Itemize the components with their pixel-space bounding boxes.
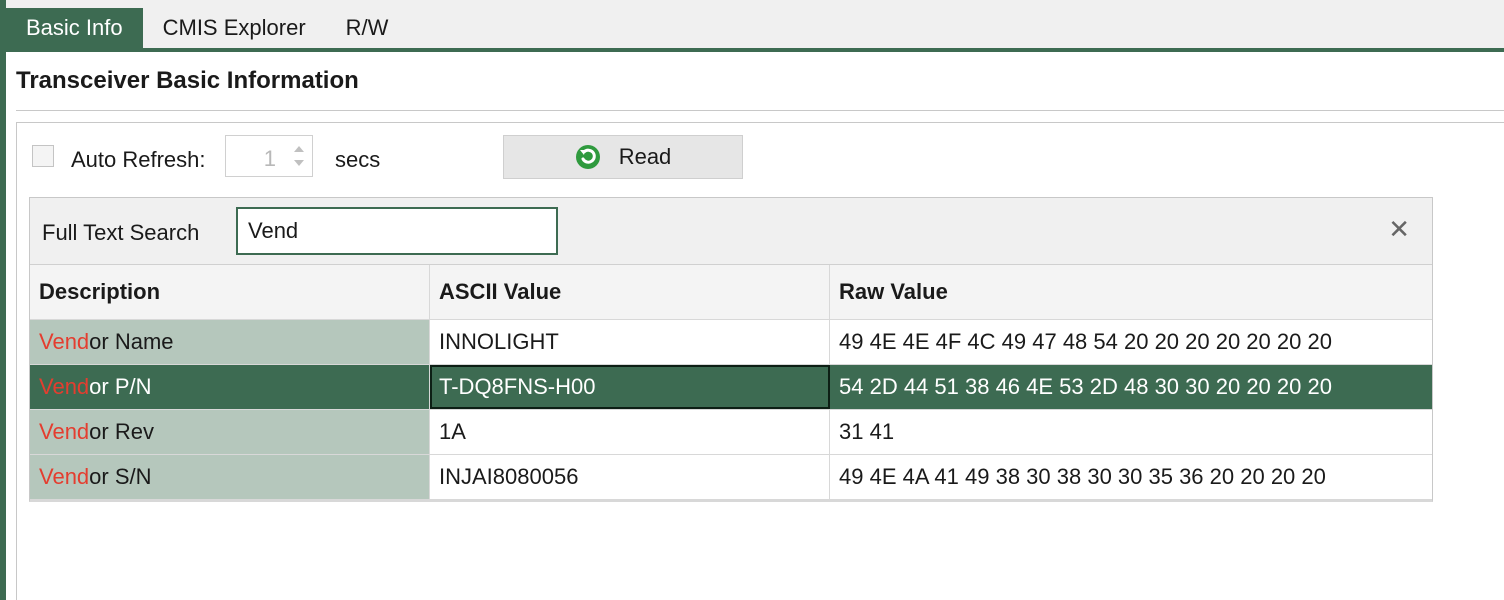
top-strip <box>6 0 1504 8</box>
table-row-selected[interactable]: Vend or P/N T-DQ8FNS-H00 54 2D 44 51 38 4… <box>30 365 1432 410</box>
description-text: or Rev <box>89 419 154 444</box>
table-row[interactable]: Vend or Rev 1A 31 41 <box>30 410 1432 455</box>
raw-value-cell[interactable]: 49 4E 4A 41 49 38 30 38 30 30 35 36 20 2… <box>830 455 1432 499</box>
secs-label: secs <box>335 147 381 172</box>
raw-value-cell[interactable]: 54 2D 44 51 38 46 4E 53 2D 48 30 30 20 2… <box>830 365 1432 409</box>
app-window: Basic Info CMIS Explorer R/W Transceiver… <box>0 0 1504 600</box>
read-button-label: Read <box>618 144 672 169</box>
refresh-icon <box>575 145 600 169</box>
read-button[interactable]: Read <box>503 135 743 179</box>
refresh-interval-value: 1 <box>263 146 276 171</box>
spin-down-icon[interactable] <box>294 160 304 166</box>
search-match-highlight: Vend <box>39 419 90 444</box>
raw-value-cell[interactable]: 31 41 <box>830 410 1432 454</box>
search-bar: Full Text Search ✕ <box>30 198 1432 265</box>
description-cell: Vend or Name <box>30 320 430 364</box>
description-text: or P/N <box>89 374 152 399</box>
close-icon[interactable]: ✕ <box>1388 216 1410 242</box>
search-match-highlight: Vend <box>39 329 90 354</box>
search-input[interactable] <box>236 207 558 255</box>
description-text: or Name <box>89 329 174 354</box>
description-cell: Vend or S/N <box>30 455 430 499</box>
description-text: or S/N <box>89 464 152 489</box>
description-cell: Vend or P/N <box>30 365 430 409</box>
table-row[interactable]: Vend or S/N INJAI8080056 49 4E 4A 41 49 3… <box>30 455 1432 500</box>
column-header-raw-value[interactable]: Raw Value <box>830 265 1432 319</box>
column-header-description[interactable]: Description <box>30 265 430 319</box>
info-grid: Full Text Search ✕ Description ASCII Val… <box>29 197 1433 502</box>
tab-basic-info[interactable]: Basic Info <box>6 8 143 48</box>
ascii-value-cell[interactable]: INNOLIGHT <box>430 320 830 364</box>
table-header: Description ASCII Value Raw Value <box>30 265 1432 320</box>
tab-cmis-explorer[interactable]: CMIS Explorer <box>143 8 326 48</box>
raw-value-cell[interactable]: 49 4E 4E 4F 4C 49 47 48 54 20 20 20 20 2… <box>830 320 1432 364</box>
table-row[interactable]: Vend or Name INNOLIGHT 49 4E 4E 4F 4C 49 … <box>30 320 1432 365</box>
tab-bar: Basic Info CMIS Explorer R/W <box>6 8 1504 52</box>
tab-rw[interactable]: R/W <box>326 8 409 48</box>
search-match-highlight: Vend <box>39 374 90 399</box>
search-label: Full Text Search <box>42 220 200 245</box>
ascii-value-cell[interactable]: T-DQ8FNS-H00 <box>430 365 830 409</box>
ascii-value-cell[interactable]: 1A <box>430 410 830 454</box>
content-panel: Auto Refresh: 1 secs Read Full Text Sear… <box>16 122 1504 600</box>
auto-refresh-label: Auto Refresh: <box>71 147 206 172</box>
section-title: Transceiver Basic Information <box>16 67 359 94</box>
column-header-ascii-value[interactable]: ASCII Value <box>430 265 830 319</box>
controls-row: Auto Refresh: 1 secs Read <box>17 123 1504 197</box>
ascii-value-cell[interactable]: INJAI8080056 <box>430 455 830 499</box>
search-match-highlight: Vend <box>39 464 90 489</box>
section-divider <box>16 110 1504 111</box>
refresh-interval-stepper[interactable]: 1 <box>225 135 313 177</box>
auto-refresh-checkbox[interactable] <box>32 145 54 167</box>
spin-up-icon[interactable] <box>294 146 304 152</box>
description-cell: Vend or Rev <box>30 410 430 454</box>
